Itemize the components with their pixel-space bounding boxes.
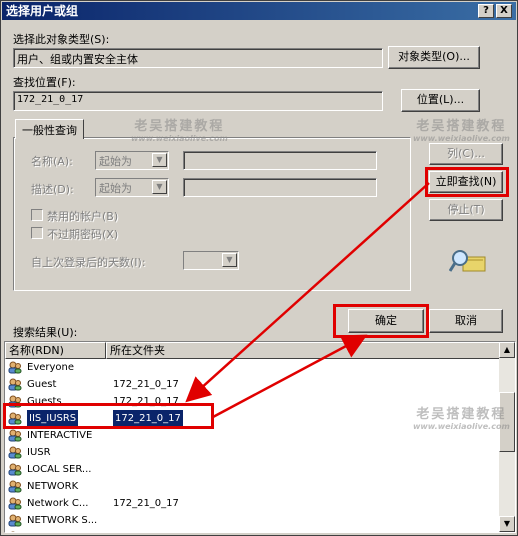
arrow-result-to-ok bbox=[212, 334, 368, 419]
annotation-arrows bbox=[185, 182, 430, 419]
select-users-or-groups-dialog: 选择用户或组 ? X 选择此对象类型(S): 用户、组或内置安全主体 对象类型(… bbox=[0, 0, 518, 536]
